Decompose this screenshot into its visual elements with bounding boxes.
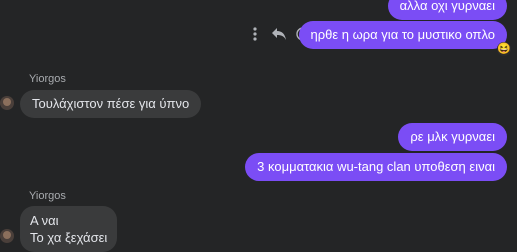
message-text: ηρθε η ωρα για το μυστικο οπλο — [310, 27, 495, 42]
outgoing-message[interactable]: 3 κομματακια wu-tang clan υποθεση ειναι — [245, 153, 507, 181]
message-line: Α ναι — [30, 213, 59, 228]
message-text: 3 κομματακια wu-tang clan υποθεση ειναι — [257, 159, 495, 174]
message-line: Το χα ξεχάσει — [30, 230, 108, 245]
message-text: αλλα οχι γυρναει — [399, 0, 495, 13]
sender-name: Yiorgos — [29, 73, 66, 85]
reply-icon[interactable] — [271, 26, 287, 42]
outgoing-message[interactable]: ρε μλκ γυρναει — [398, 123, 507, 151]
reaction-badge[interactable]: 😆 — [497, 42, 511, 56]
incoming-message[interactable]: Α ναι Το χα ξεχάσει — [20, 206, 118, 252]
more-vertical-icon[interactable] — [247, 26, 263, 42]
outgoing-message[interactable]: αλλα οχι γυρναει — [387, 0, 507, 20]
message-text: ρε μλκ γυρναει — [410, 129, 495, 144]
laughing-emoji-icon: 😆 — [497, 43, 511, 55]
avatar[interactable] — [0, 96, 14, 110]
message-text: Τουλάχιστον πέσε για ύπνο — [32, 96, 190, 111]
avatar[interactable] — [0, 229, 14, 243]
incoming-message[interactable]: Τουλάχιστον πέσε για ύπνο — [20, 90, 202, 118]
sender-name: Yiorgos — [29, 190, 66, 202]
outgoing-message[interactable]: ηρθε η ωρα για το μυστικο οπλο — [298, 21, 507, 49]
